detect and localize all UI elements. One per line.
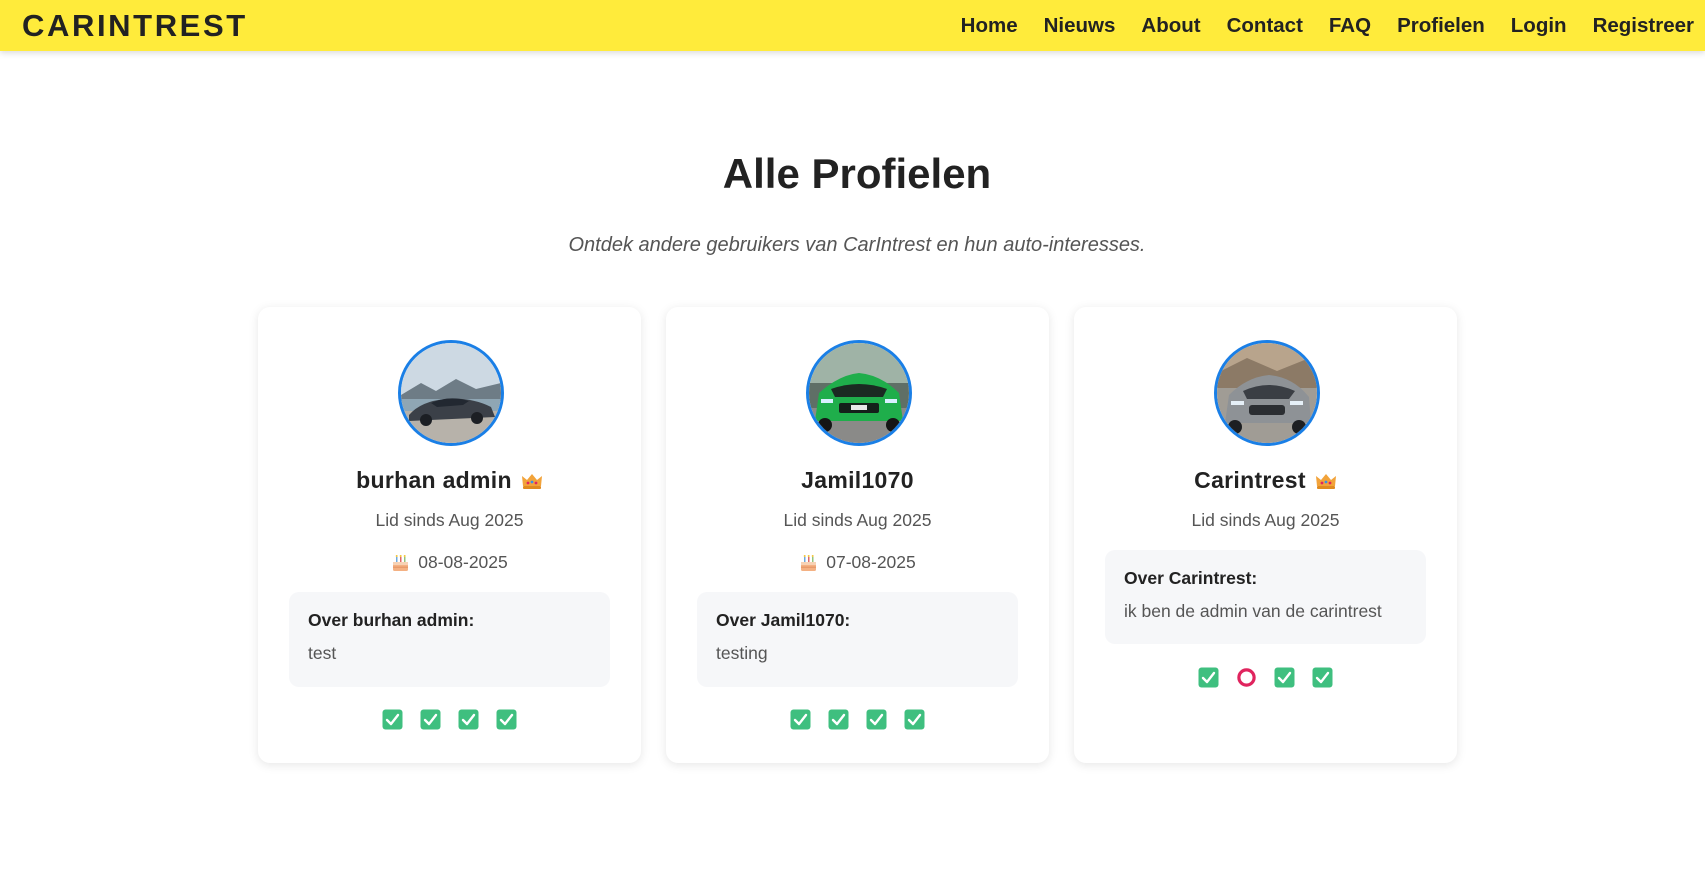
about-box: Over burhan admin: test bbox=[289, 592, 610, 687]
profile-name[interactable]: Carintrest bbox=[1194, 467, 1306, 494]
about-text: testing bbox=[716, 643, 768, 663]
nav-link-faq[interactable]: FAQ bbox=[1329, 14, 1371, 38]
nav-links: Home Nieuws About Contact FAQ Profielen … bbox=[961, 14, 1694, 38]
member-since: Lid sinds Aug 2025 bbox=[375, 510, 524, 530]
crown-icon bbox=[521, 472, 543, 490]
birthday-date: 08-08-2025 bbox=[418, 552, 508, 572]
about-box: Over Carintrest: ik ben de admin van de … bbox=[1105, 550, 1426, 644]
check-icon bbox=[866, 709, 887, 730]
check-icon bbox=[420, 709, 441, 730]
about-text: ik ben de admin van de carintrest bbox=[1124, 601, 1382, 621]
profile-card[interactable]: Jamil1070 Lid sinds Aug 2025 07-08-2025 … bbox=[666, 307, 1049, 763]
page-title: Alle Profielen bbox=[722, 150, 992, 197]
check-icon bbox=[1312, 667, 1333, 688]
avatar bbox=[1214, 340, 1320, 446]
profile-name-row: Carintrest bbox=[1074, 467, 1457, 494]
profile-card[interactable]: burhan admin Lid sinds Aug 2025 08-08-20… bbox=[258, 307, 641, 763]
nav-link-contact[interactable]: Contact bbox=[1227, 14, 1303, 38]
birthday: 08-08-2025 bbox=[258, 552, 641, 573]
nav-link-home[interactable]: Home bbox=[961, 14, 1018, 38]
nav-link-registreer[interactable]: Registreer bbox=[1593, 14, 1694, 38]
top-navbar: CARINTREST Home Nieuws About Contact FAQ… bbox=[0, 0, 1705, 51]
profile-name[interactable]: Jamil1070 bbox=[801, 467, 914, 494]
page-subtitle: Ontdek andere gebruikers van CarIntrest … bbox=[568, 234, 1146, 256]
check-icon bbox=[904, 709, 925, 730]
check-icon bbox=[1274, 667, 1295, 688]
nav-link-nieuws[interactable]: Nieuws bbox=[1044, 14, 1116, 38]
interest-status-row bbox=[666, 709, 1049, 730]
crown-icon bbox=[1315, 472, 1337, 490]
about-text: test bbox=[308, 643, 337, 663]
birthday-cake-icon bbox=[799, 554, 818, 572]
birthday: 07-08-2025 bbox=[666, 552, 1049, 573]
profile-card[interactable]: Carintrest Lid sinds Aug 2025 Over Carin… bbox=[1074, 307, 1457, 763]
birthday-cake-icon bbox=[391, 554, 410, 572]
circle-icon bbox=[1236, 667, 1257, 688]
nav-link-profielen[interactable]: Profielen bbox=[1397, 14, 1485, 38]
check-icon bbox=[828, 709, 849, 730]
avatar bbox=[806, 340, 912, 446]
profile-name-row: Jamil1070 bbox=[666, 467, 1049, 494]
check-icon bbox=[1198, 667, 1219, 688]
about-label: Over burhan admin: bbox=[308, 610, 475, 630]
about-box: Over Jamil1070: testing bbox=[697, 592, 1018, 687]
nav-link-about[interactable]: About bbox=[1141, 14, 1200, 38]
check-icon bbox=[496, 709, 517, 730]
check-icon bbox=[458, 709, 479, 730]
birthday-date: 07-08-2025 bbox=[826, 552, 916, 572]
member-since: Lid sinds Aug 2025 bbox=[783, 510, 932, 530]
nav-link-login[interactable]: Login bbox=[1511, 14, 1567, 38]
about-label: Over Carintrest: bbox=[1124, 568, 1258, 588]
site-logo[interactable]: CARINTREST bbox=[22, 8, 248, 44]
profile-name[interactable]: burhan admin bbox=[356, 467, 512, 494]
avatar bbox=[398, 340, 504, 446]
about-label: Over Jamil1070: bbox=[716, 610, 851, 630]
check-icon bbox=[382, 709, 403, 730]
check-icon bbox=[790, 709, 811, 730]
member-since: Lid sinds Aug 2025 bbox=[1191, 510, 1340, 530]
profile-name-row: burhan admin bbox=[258, 467, 641, 494]
interest-status-row bbox=[1074, 667, 1457, 688]
interest-status-row bbox=[258, 709, 641, 730]
